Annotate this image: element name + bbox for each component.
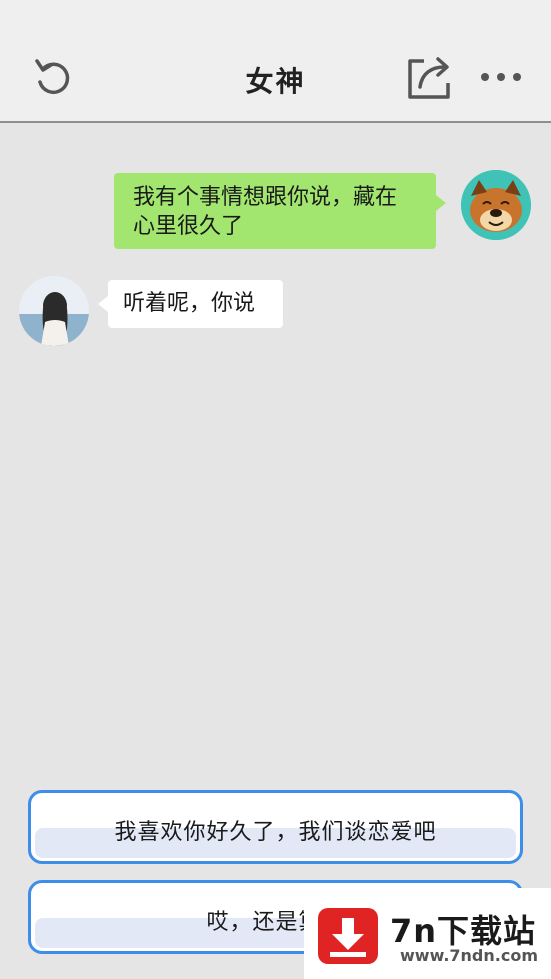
watermark-url: www.7ndn.com <box>400 946 538 965</box>
share-button[interactable] <box>402 52 456 102</box>
more-icon <box>481 73 521 81</box>
dog-avatar-icon <box>461 170 531 240</box>
more-button[interactable] <box>474 52 528 102</box>
my-message-line-2: 心里很久了 <box>133 214 244 239</box>
share-icon <box>408 57 450 99</box>
chat-screen: 女神 我有个事情想跟你说，藏在 心里很久了 听着呢，你说 我喜欢你好久了，我们谈… <box>0 0 551 979</box>
contact-avatar[interactable] <box>19 276 89 346</box>
contact-message-text: 听着呢，你说 <box>123 291 256 316</box>
download-arrow-icon <box>330 918 366 957</box>
site-watermark: 7n下载站 www.7ndn.com <box>304 888 551 979</box>
my-avatar[interactable] <box>461 170 531 240</box>
chat-title: 女神 <box>245 65 306 98</box>
reply-option-1[interactable]: 我喜欢你好久了，我们谈恋爱吧 <box>28 790 523 864</box>
top-bar: 女神 <box>0 0 551 123</box>
my-message-bubble: 我有个事情想跟你说，藏在 心里很久了 <box>114 173 446 249</box>
girl-avatar-icon <box>19 276 89 346</box>
my-message-line-1: 我有个事情想跟你说，藏在 <box>133 185 398 210</box>
contact-message-bubble: 听着呢，你说 <box>98 280 283 328</box>
reply-option-1-label: 我喜欢你好久了，我们谈恋爱吧 <box>114 820 437 845</box>
watermark-badge <box>318 908 378 964</box>
